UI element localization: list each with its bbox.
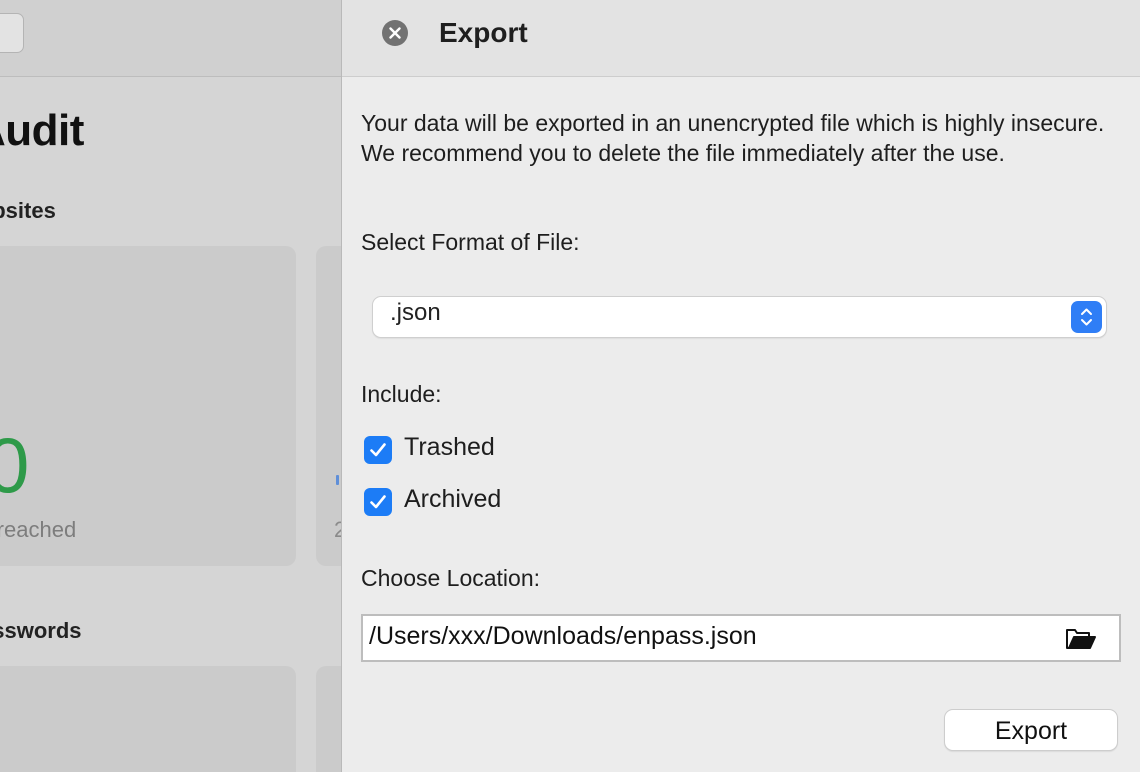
- security-warning: Your data will be exported in an unencry…: [361, 110, 1105, 166]
- updown-chevron-icon[interactable]: [1071, 301, 1102, 333]
- breached-label: Breached: [0, 517, 77, 542]
- websites-section-heading: ebsites: [0, 198, 56, 223]
- passwords-section-heading: asswords: [0, 618, 82, 643]
- audit-title: Audit: [0, 106, 84, 155]
- trashed-label: Trashed: [404, 433, 495, 461]
- export-panel: Export Your data will be exported in an …: [341, 0, 1140, 772]
- passwords-card-2[interactable]: [316, 666, 342, 772]
- export-button[interactable]: Export: [944, 709, 1118, 751]
- trashed-checkbox[interactable]: [364, 436, 392, 464]
- format-label: Select Format of File:: [361, 229, 580, 255]
- close-icon[interactable]: [382, 20, 408, 46]
- background-toolbar: [0, 0, 342, 77]
- passwords-card[interactable]: [0, 666, 296, 772]
- archived-label: Archived: [404, 485, 502, 513]
- archived-checkbox[interactable]: [364, 488, 392, 516]
- second-card-indicator: [336, 475, 339, 485]
- background-toolbar-button[interactable]: [0, 13, 24, 53]
- background-app: Audit ebsites 0 Breached 2 asswords: [0, 0, 342, 772]
- format-select[interactable]: .json: [372, 296, 1107, 338]
- format-select-value: .json: [390, 299, 441, 326]
- panel-title: Export: [439, 17, 528, 48]
- location-path: /Users/xxx/Downloads/enpass.json: [369, 622, 757, 650]
- include-label: Include:: [361, 381, 442, 407]
- breached-count: 0: [0, 421, 30, 509]
- location-field[interactable]: /Users/xxx/Downloads/enpass.json: [361, 614, 1121, 662]
- location-label: Choose Location:: [361, 565, 541, 591]
- export-panel-header: Export: [342, 0, 1140, 77]
- folder-open-icon[interactable]: [1065, 627, 1097, 651]
